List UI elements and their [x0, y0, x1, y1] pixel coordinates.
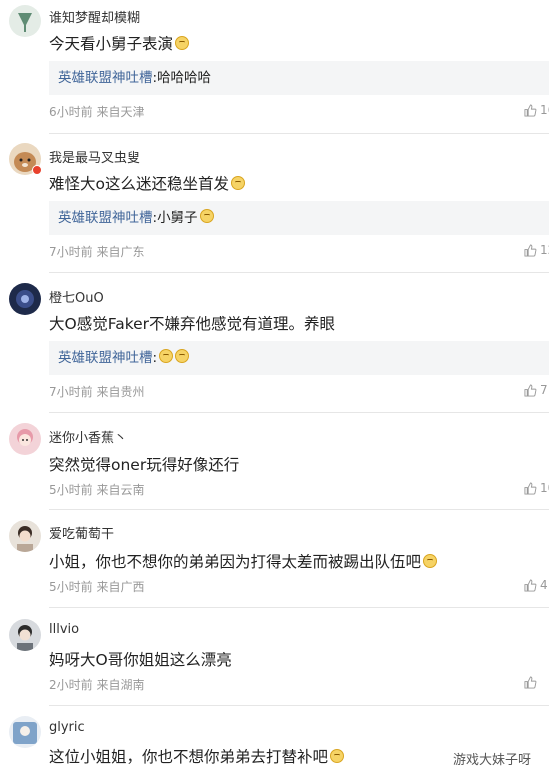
comment-meta: 7小时前 来自广东	[49, 245, 145, 259]
divider	[49, 272, 549, 273]
like-count: 4	[540, 578, 548, 592]
comment-meta: 5小时前 来自云南	[49, 483, 145, 497]
divider	[49, 705, 549, 706]
emoji-icon	[175, 36, 190, 50]
like-button[interactable]: 12	[524, 243, 549, 257]
comment-text: 今天看小舅子表演	[49, 32, 190, 54]
comment-text: 难怪大o这么迷还稳坐首发	[49, 172, 245, 194]
comment-text: 小姐，你也不想你的弟弟因为打得太差而被踢出队伍吧	[49, 550, 438, 572]
reply-author[interactable]: 英雄联盟神吐槽	[58, 210, 153, 226]
username[interactable]: 爱吃葡萄干	[49, 523, 114, 542]
emoji-icon	[330, 749, 345, 763]
avatar[interactable]	[9, 423, 41, 455]
like-count: 7	[540, 383, 548, 397]
avatar[interactable]	[9, 716, 41, 748]
emoji-icon	[199, 209, 214, 223]
username[interactable]: 谁知梦醒却模糊	[49, 7, 140, 26]
emoji-icon	[230, 176, 245, 190]
verified-badge-icon	[32, 165, 42, 175]
reply-author[interactable]: 英雄联盟神吐槽	[58, 70, 153, 86]
comment-text: 妈呀大O哥你姐姐这么漂亮	[49, 651, 232, 669]
avatar[interactable]	[9, 619, 41, 651]
username[interactable]: 橙七OuO	[49, 287, 104, 306]
username[interactable]: lllvio	[49, 622, 79, 637]
like-button[interactable]: 7	[524, 383, 548, 397]
reply-author[interactable]: 英雄联盟神吐槽	[58, 350, 153, 366]
comment-text: 突然觉得oner玩得好像还行	[49, 456, 240, 474]
comment-meta: 5小时前 来自广西	[49, 580, 145, 594]
avatar[interactable]	[9, 5, 41, 37]
comment-text: 这位小姐姐，你也不想你弟弟去打替补吧	[49, 745, 345, 767]
thumbs-up-icon	[524, 103, 537, 117]
reply-text: 小舅子	[157, 210, 198, 226]
like-button[interactable]: 16	[524, 103, 549, 117]
username[interactable]: glyric	[49, 720, 85, 735]
reply-box[interactable]: 英雄联盟神吐槽:	[49, 341, 549, 375]
reply-box[interactable]: 英雄联盟神吐槽:哈哈哈哈	[49, 61, 549, 95]
comment-meta: 2小时前 来自湖南	[49, 678, 145, 692]
divider	[49, 607, 549, 608]
emoji-icon	[423, 554, 438, 568]
thumbs-up-icon	[524, 243, 537, 257]
thumbs-up-icon	[524, 383, 537, 397]
like-count: 10	[540, 481, 549, 495]
username[interactable]: 我是最马叉虫叟	[49, 147, 140, 166]
comment-text: 大O感觉Faker不嫌弃他感觉有道理。养眼	[49, 315, 336, 333]
like-count: 12	[540, 243, 549, 257]
username[interactable]: 迷你小香蕉丶	[49, 427, 127, 446]
like-button[interactable]: 4	[524, 578, 548, 592]
like-button[interactable]	[524, 676, 540, 689]
watermark: 游戏大妹子呀	[453, 753, 532, 768]
like-button[interactable]: 10	[524, 481, 549, 495]
divider	[49, 133, 549, 134]
avatar[interactable]	[9, 520, 41, 552]
avatar[interactable]	[9, 283, 41, 315]
thumbs-up-icon	[524, 578, 537, 592]
reply-box[interactable]: 英雄联盟神吐槽:小舅子	[49, 201, 549, 235]
thumbs-up-icon	[524, 676, 537, 689]
reply-text: 哈哈哈哈	[157, 70, 212, 86]
divider	[49, 509, 549, 510]
comment-meta: 7小时前 来自贵州	[49, 385, 145, 399]
like-count: 16	[540, 103, 549, 117]
divider	[49, 412, 549, 413]
emoji-icon	[159, 349, 174, 363]
thumbs-up-icon	[524, 481, 537, 495]
comment-meta: 6小时前 来自天津	[49, 105, 145, 119]
emoji-icon	[175, 349, 190, 363]
